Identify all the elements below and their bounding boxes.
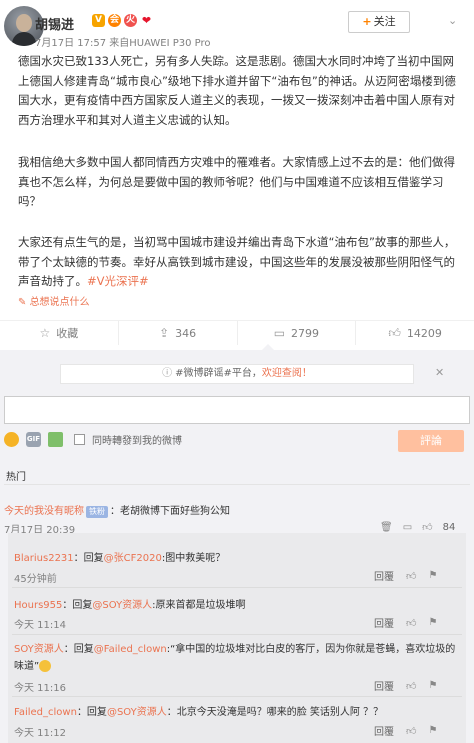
reply-mention[interactable]: @SOY资源人 <box>92 600 152 611</box>
comment-input[interactable] <box>4 396 470 424</box>
reply-actions: 回覆 👍︎ ⚑ <box>374 568 437 583</box>
fan-badge: 铁粉 <box>86 506 108 518</box>
reply-actions: 回覆 👍︎ ⚑ <box>374 678 437 693</box>
post-paragraph: 大家还有点生气的是，当初骂中国城市建设并编出青岛下水道“油布包”故事的那些人，带… <box>18 235 456 288</box>
reply-button[interactable]: 回覆 <box>374 678 394 693</box>
reply-item: SOY资源人：回复@Failed_clown:“拿中国的垃圾堆对比白皮的客厅，因… <box>14 644 456 672</box>
reply-time: 今天 11:16 <box>14 683 66 694</box>
divider <box>12 634 462 635</box>
reply-time: 45分钟前 <box>14 574 57 585</box>
translate-link[interactable]: ✎ 总想说点什么 <box>18 293 90 308</box>
thumbs-up-icon[interactable]: 👍︎ <box>406 570 416 582</box>
thumbs-up-icon: 👍︎ <box>388 325 401 340</box>
chevron-down-icon[interactable]: ⌄ <box>448 14 457 27</box>
top-comment: 今天的我没有昵称 铁粉 ：老胡微博下面好些狗公知 <box>4 502 230 518</box>
share-icon: ⇪ <box>159 326 170 340</box>
reply-list: Blarius2231：回复@张CF2020:图中救美呢？ 45分钟前 回覆 👍… <box>8 533 466 743</box>
report-icon[interactable]: ⚑ <box>428 680 437 691</box>
divider <box>12 587 462 588</box>
thumbs-up-icon[interactable]: 👍︎ <box>406 725 416 737</box>
reply-user[interactable]: Hours955 <box>14 600 62 611</box>
sparkle-icon: ✎ <box>18 297 30 308</box>
heart-badge-icon[interactable]: ❤ <box>140 14 153 27</box>
reply-button[interactable]: 回覆 <box>374 615 394 630</box>
close-icon[interactable]: ✕ <box>435 366 444 379</box>
post-source: 来自HUAWEI P30 Pro <box>109 38 211 49</box>
reply-mention[interactable]: @张CF2020 <box>104 553 162 564</box>
follow-button[interactable]: + 关注 <box>348 11 410 33</box>
reply-button[interactable]: 回覆 <box>374 723 394 738</box>
post-header: 胡锡进 V 会 火 ❤ 7月17日 17:57 来自HUAWEI P30 Pro… <box>0 0 474 52</box>
comment-text: ：老胡微博下面好些狗公知 <box>110 506 230 517</box>
comment-actions: 🗑︎ ▭ 👍︎ 84 <box>380 521 456 534</box>
divider <box>4 484 470 485</box>
action-bar: ☆ 收藏 ⇪ 346 ▭ 2799 👍︎ 14209 <box>0 320 474 345</box>
reply-actions: 回覆 👍︎ ⚑ <box>374 615 437 630</box>
reply-icon[interactable]: ▭ <box>403 522 412 533</box>
repost-checkbox[interactable] <box>74 434 85 445</box>
verified-badge-icon[interactable]: V <box>92 14 105 27</box>
sort-tab-hot[interactable]: 热门 <box>6 468 26 483</box>
like-button[interactable]: 👍︎ 14209 <box>356 321 474 345</box>
reply-time: 今天 11:12 <box>14 728 66 739</box>
comment-icon: ▭ <box>273 326 286 340</box>
favorite-button[interactable]: ☆ 收藏 <box>0 321 119 345</box>
fire-badge-icon[interactable]: 火 <box>124 14 137 27</box>
report-icon[interactable]: ⚑ <box>428 570 437 581</box>
divider <box>12 696 462 697</box>
reply-item: Failed_clown：回复@SOY资源人：北京今天没淹是吗？哪来的脸 笑话别… <box>14 707 384 718</box>
thumbs-up-icon[interactable]: 👍︎ <box>406 680 416 692</box>
member-badge-icon[interactable]: 会 <box>108 14 121 27</box>
repost-option-label: 同時轉發到我的微博 <box>92 436 182 447</box>
comment-tools: GIF 同時轉發到我的微博 <box>4 432 182 447</box>
reply-user[interactable]: Failed_clown <box>14 707 77 718</box>
post-paragraph: 我相信绝大多数中国人都同情西方灾难中的罹难者。大家情感上过不去的是：他们做得真也… <box>18 155 455 208</box>
reply-mention[interactable]: @SOY资源人 <box>107 707 167 718</box>
reply-user[interactable]: Blarius2231 <box>14 553 74 564</box>
thumbs-up-icon[interactable]: 👍︎ <box>422 521 432 533</box>
comment-likes: 84 <box>442 521 456 533</box>
post-card: 胡锡进 V 会 火 ❤ 7月17日 17:57 来自HUAWEI P30 Pro… <box>0 0 474 350</box>
post-timestamp[interactable]: 7月17日 17:57 <box>35 38 106 49</box>
post-paragraph: 德国水灾已致133人死亡，另有多人失踪。这是悲剧。德国大水同时冲垮了当初中国网上… <box>18 54 456 127</box>
image-icon[interactable] <box>48 432 63 447</box>
reply-time: 今天 11:14 <box>14 620 66 631</box>
delete-icon[interactable]: 🗑︎ <box>380 522 393 533</box>
author-badges: V 会 火 ❤ <box>92 14 153 27</box>
reply-button[interactable]: 回覆 <box>374 568 394 583</box>
post-meta: 7月17日 17:57 来自HUAWEI P30 Pro <box>35 34 211 49</box>
thumbs-up-icon[interactable]: 👍︎ <box>406 617 416 629</box>
report-icon[interactable]: ⚑ <box>428 725 437 736</box>
reply-actions: 回覆 👍︎ ⚑ <box>374 723 437 738</box>
report-icon[interactable]: ⚑ <box>428 617 437 628</box>
hashtag-link[interactable]: #V光深评# <box>87 274 149 288</box>
reply-mention[interactable]: @Failed_clown <box>94 644 167 655</box>
emoji-icon[interactable] <box>4 432 19 447</box>
star-icon: ☆ <box>39 326 51 340</box>
repost-button[interactable]: ⇪ 346 <box>119 321 238 345</box>
info-icon: ⓘ <box>162 368 173 379</box>
plus-icon: + <box>362 15 372 28</box>
reply-user[interactable]: SOY资源人 <box>14 644 64 655</box>
reply-item: Blarius2231：回复@张CF2020:图中救美呢？ <box>14 553 226 564</box>
author-name[interactable]: 胡锡进 <box>35 14 74 33</box>
rumor-link[interactable]: 欢迎查阅！ <box>262 368 312 379</box>
submit-comment-button[interactable]: 評論 <box>398 430 464 452</box>
gif-icon[interactable]: GIF <box>26 432 41 447</box>
emoji-icon <box>39 660 52 672</box>
rumor-notice: ⓘ #微博辟谣#平台，欢迎查阅！ <box>60 364 414 384</box>
comment-user[interactable]: 今天的我没有昵称 <box>4 506 84 517</box>
comment-button[interactable]: ▭ 2799 <box>238 321 357 345</box>
reply-item: Hours955：回复@SOY资源人:原来首都是垃圾堆啊 <box>14 600 246 611</box>
